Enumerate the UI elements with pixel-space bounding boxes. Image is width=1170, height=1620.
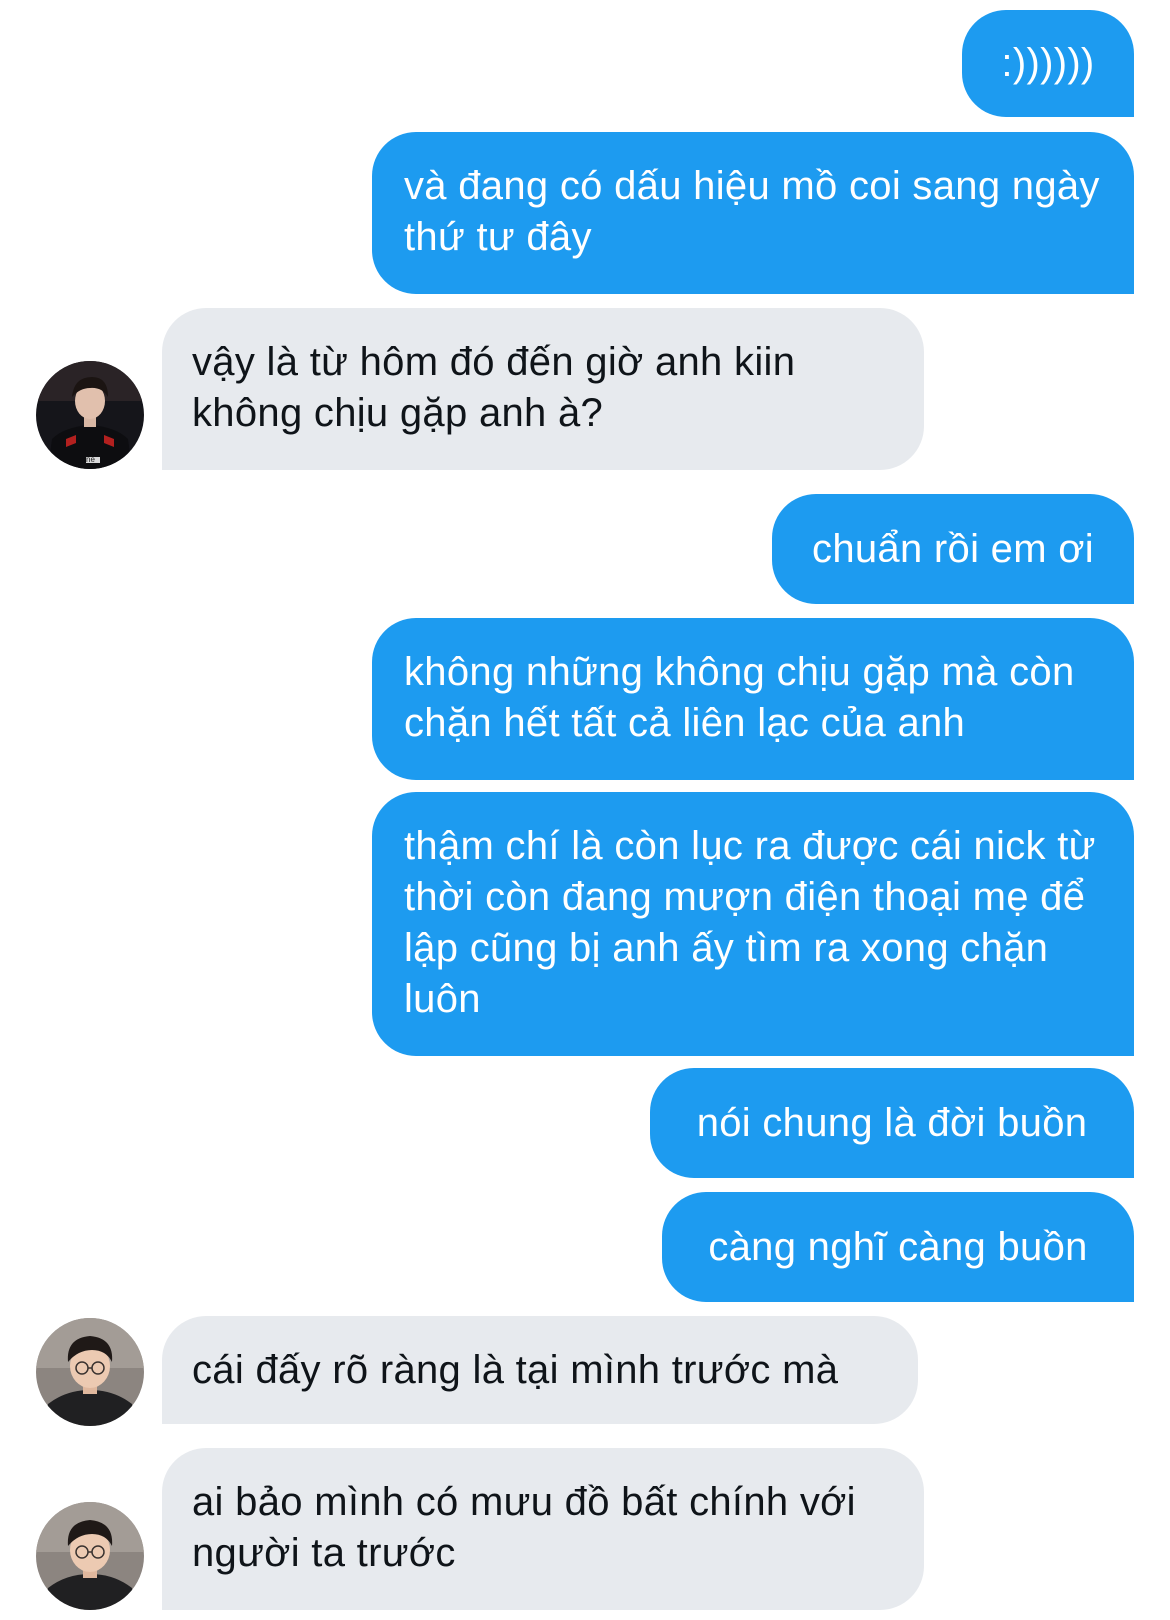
contact-avatar[interactable]: ne xyxy=(36,361,144,469)
message-bubble-incoming[interactable]: vậy là từ hôm đó đến giờ anh kiin không … xyxy=(162,308,924,470)
message-bubble-outgoing[interactable]: thậm chí là còn lục ra được cái nick từ … xyxy=(372,792,1134,1056)
message-text: nói chung là đời buồn xyxy=(696,1101,1088,1145)
avatar-image xyxy=(36,1318,144,1426)
message-text: và đang có dấu hiệu mồ coi sang ngày thứ… xyxy=(404,164,1100,259)
message-text: chuẩn rồi em ơi xyxy=(812,527,1094,571)
contact-avatar[interactable] xyxy=(36,1502,144,1610)
message-text: thậm chí là còn lục ra được cái nick từ … xyxy=(404,824,1096,1021)
message-bubble-outgoing[interactable]: chuẩn rồi em ơi xyxy=(772,494,1134,604)
message-text: không những không chịu gặp mà còn chặn h… xyxy=(404,650,1075,745)
message-text: ai bảo mình có mưu đồ bất chính với ngườ… xyxy=(192,1480,856,1575)
message-text: :)))))) xyxy=(1001,41,1095,85)
message-text: vậy là từ hôm đó đến giờ anh kiin không … xyxy=(192,340,796,435)
message-text: cái đấy rõ ràng là tại mình trước mà xyxy=(192,1348,839,1392)
message-bubble-outgoing[interactable]: nói chung là đời buồn xyxy=(650,1068,1134,1178)
message-text: càng nghĩ càng buồn xyxy=(708,1225,1088,1269)
contact-avatar[interactable] xyxy=(36,1318,144,1426)
avatar-caption: ne xyxy=(86,455,95,464)
message-bubble-outgoing[interactable]: và đang có dấu hiệu mồ coi sang ngày thứ… xyxy=(372,132,1134,294)
message-bubble-outgoing[interactable]: :)))))) xyxy=(962,10,1134,117)
message-bubble-outgoing[interactable]: không những không chịu gặp mà còn chặn h… xyxy=(372,618,1134,780)
avatar-image xyxy=(36,1502,144,1610)
avatar-image: ne xyxy=(36,361,144,469)
message-bubble-incoming[interactable]: cái đấy rõ ràng là tại mình trước mà xyxy=(162,1316,918,1424)
message-bubble-incoming[interactable]: ai bảo mình có mưu đồ bất chính với ngườ… xyxy=(162,1448,924,1610)
message-bubble-outgoing[interactable]: càng nghĩ càng buồn xyxy=(662,1192,1134,1302)
